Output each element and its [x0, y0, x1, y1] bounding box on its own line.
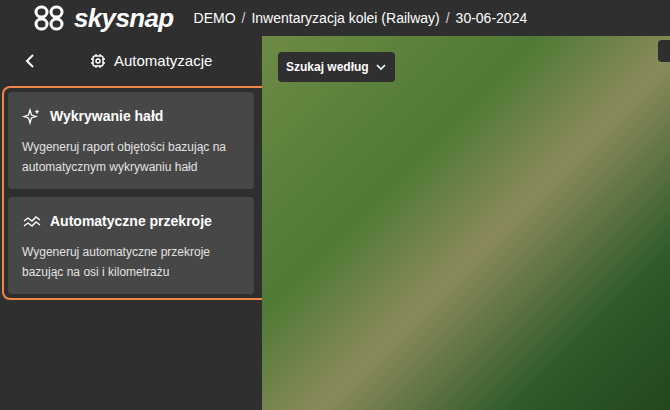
breadcrumb-item[interactable]: DEMO [194, 8, 236, 29]
search-by-label: Szukaj według [286, 58, 369, 76]
map-view[interactable]: Szukaj według [262, 36, 670, 410]
top-bar: skysnapDEMO/Inwentaryzacja kolei (Railwa… [0, 0, 670, 36]
card-description: Wygeneruj automatyczne przekroje bazując… [22, 242, 240, 282]
panel-header: Automatyzacje [0, 36, 262, 86]
card-title: Automatyczne przekroje [50, 211, 212, 232]
chip-icon [90, 53, 106, 69]
search-by-dropdown[interactable]: Szukaj według [278, 52, 395, 82]
card-title-row: Automatyczne przekroje [22, 211, 240, 232]
breadcrumb-item[interactable]: Inwentaryzacja kolei (Railway) [251, 8, 439, 29]
chevron-down-icon [375, 61, 387, 73]
card-description: Wygeneruj raport objętości bazując na au… [22, 137, 240, 177]
logo[interactable]: skysnap [34, 5, 174, 31]
waves-icon [22, 212, 42, 232]
automation-card[interactable]: Automatyczne przekroje Wygeneruj automaty… [8, 197, 254, 294]
sparkles-icon [22, 107, 42, 127]
panel-title-text: Automatyzacje [114, 50, 212, 73]
automation-card[interactable]: Wykrywanie hałd Wygeneruj raport objętośc… [8, 92, 254, 189]
chevron-left-icon [24, 53, 36, 69]
panel-title: Automatyzacje [90, 50, 212, 73]
card-title: Wykrywanie hałd [50, 106, 163, 127]
logo-icon [34, 5, 66, 31]
sidebar: Automatyzacje Wykrywanie hałd Wygeneruj ra… [0, 36, 262, 410]
back-button[interactable] [20, 51, 40, 71]
logo-text: skysnap [74, 5, 174, 31]
breadcrumb-separator: / [446, 8, 450, 29]
breadcrumb: DEMO/Inwentaryzacja kolei (Railway)/30-0… [194, 8, 528, 29]
card-title-row: Wykrywanie hałd [22, 106, 240, 127]
automation-card-group: Wykrywanie hałd Wygeneruj raport objętośc… [2, 86, 270, 300]
breadcrumb-item[interactable]: 30-06-2024 [456, 8, 528, 29]
calendar-button[interactable] [658, 40, 670, 62]
main-area: Automatyzacje Wykrywanie hałd Wygeneruj ra… [0, 36, 670, 410]
breadcrumb-separator: / [242, 8, 246, 29]
